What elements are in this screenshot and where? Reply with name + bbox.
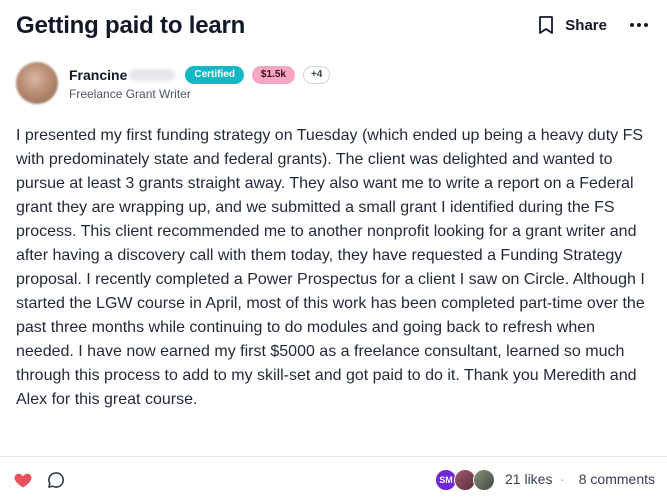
post-body: I presented my first funding strategy on… (16, 127, 645, 408)
comments-count[interactable]: 8 comments (579, 471, 655, 487)
likes-count[interactable]: 21 likes (505, 471, 552, 487)
divider (0, 456, 667, 457)
post-title: Getting paid to learn (16, 12, 246, 39)
avatar[interactable] (16, 62, 58, 104)
author-name-row: Francine Certified $1.5k +4 (69, 65, 331, 85)
author-role: Freelance Grant Writer (69, 87, 191, 101)
certified-badge: Certified (185, 66, 244, 84)
header-actions: Share (537, 14, 651, 36)
more-horizontal-icon[interactable] (627, 14, 651, 36)
comment-icon[interactable] (46, 470, 66, 490)
footer-separator: · (560, 471, 565, 487)
bookmark-icon[interactable] (537, 14, 555, 36)
post-footer: SM 21 likes · 8 comments (0, 468, 667, 492)
share-button[interactable]: Share (565, 17, 607, 34)
liker-avatars[interactable]: SM (435, 469, 495, 491)
liker-avatar (473, 469, 495, 491)
earnings-badge: $1.5k (251, 66, 295, 84)
redacted-surname (129, 69, 176, 81)
heart-icon[interactable] (13, 470, 33, 490)
author-block: Francine Certified $1.5k +4 Freelance Gr… (16, 62, 331, 104)
more-badges-button[interactable]: +4 (302, 66, 331, 84)
author-info: Francine Certified $1.5k +4 Freelance Gr… (69, 65, 331, 101)
author-name[interactable]: Francine (69, 67, 127, 83)
